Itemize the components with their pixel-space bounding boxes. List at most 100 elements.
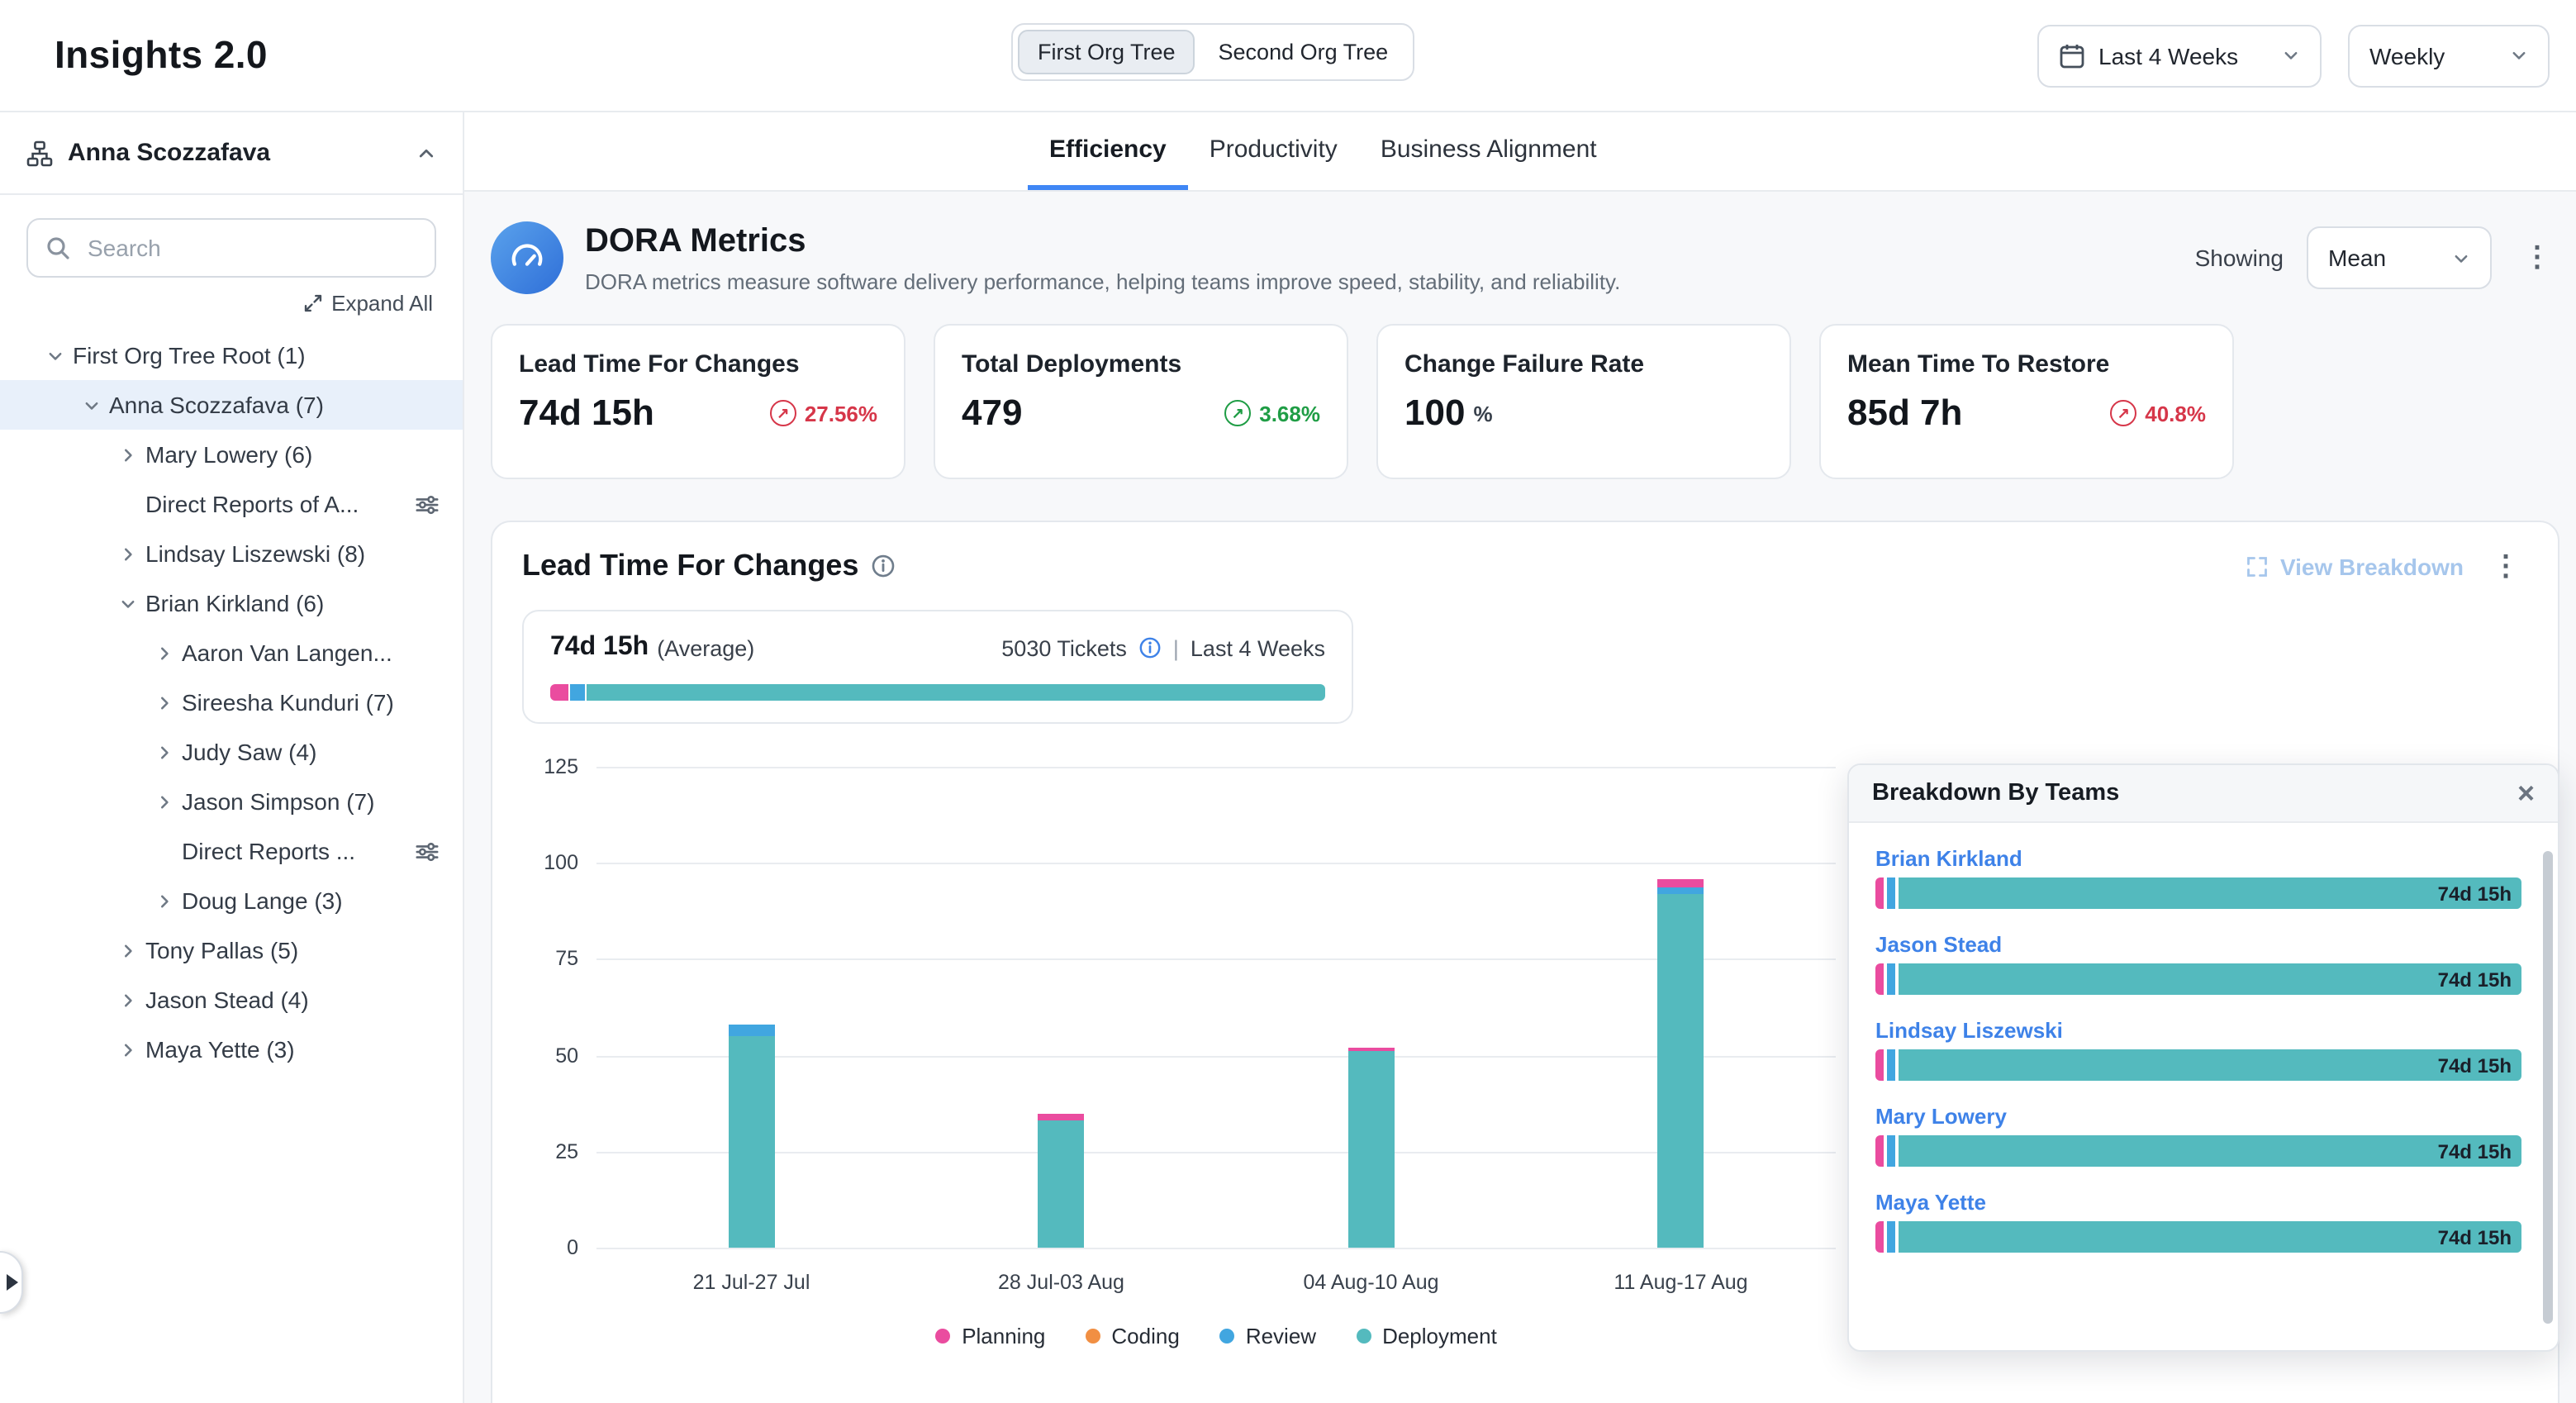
bar-segment-review — [1887, 963, 1895, 995]
breakdown-row: Jason Stead 74d 15h — [1875, 932, 2521, 995]
gridline — [596, 863, 1836, 864]
metric-change-value: 3.68% — [1259, 401, 1320, 426]
metric-value-row: 74d 15h↗27.56% — [519, 392, 877, 435]
app-title: Insights 2.0 — [55, 33, 268, 78]
tree-item[interactable]: Jason Stead (4) — [0, 975, 463, 1025]
tree-item[interactable]: Brian Kirkland (6) — [0, 578, 463, 628]
info-icon[interactable] — [1138, 636, 1162, 659]
chart-bar[interactable] — [1348, 1048, 1395, 1248]
bar-segment-deployment: 74d 15h — [1899, 877, 2521, 909]
showing-select[interactable]: Mean — [2307, 226, 2492, 289]
app-root: Insights 2.0 First Org TreeSecond Org Tr… — [0, 0, 2576, 1403]
bar-segment-planning — [1875, 1049, 1884, 1081]
search-input[interactable] — [26, 218, 436, 278]
tree-item[interactable]: Lindsay Liszewski (8) — [0, 529, 463, 578]
tree-item[interactable]: Jason Simpson (7) — [0, 777, 463, 826]
team-link[interactable]: Mary Lowery — [1875, 1104, 2521, 1129]
chevron-up-icon[interactable] — [416, 143, 436, 163]
tree-item-label: Sireesha Kunduri (7) — [182, 689, 394, 716]
bar-segment-planning — [1875, 1221, 1884, 1253]
tree-item[interactable]: Maya Yette (3) — [0, 1025, 463, 1074]
tree-item[interactable]: Direct Reports ... — [0, 826, 463, 876]
tree-item[interactable]: Mary Lowery (6) — [0, 430, 463, 479]
header-controls: Last 4 Weeks Weekly — [2037, 24, 2559, 87]
chevron-right-icon[interactable] — [112, 441, 142, 468]
gridline — [596, 1152, 1836, 1153]
metric-change-badge: ↗40.8% — [2110, 400, 2206, 426]
chart-bar[interactable] — [729, 1025, 775, 1248]
chevron-right-icon[interactable] — [149, 640, 178, 666]
chart-bar[interactable] — [1038, 1113, 1085, 1248]
chevron-down-icon[interactable] — [112, 590, 142, 616]
chevron-right-icon[interactable] — [149, 788, 178, 815]
team-link[interactable]: Lindsay Liszewski — [1875, 1018, 2521, 1043]
bar-segment-planning — [1875, 1135, 1884, 1167]
tree-item-label: Tony Pallas (5) — [145, 937, 298, 963]
org-tree-option-1[interactable]: First Org Tree — [1018, 30, 1195, 74]
tree-item[interactable]: First Org Tree Root (1) — [0, 331, 463, 380]
tree-item[interactable]: Sireesha Kunduri (7) — [0, 678, 463, 727]
tree-item[interactable]: Aaron Van Langen... — [0, 628, 463, 678]
metric-change-badge: ↗27.56% — [770, 400, 877, 426]
bar-segment-deployment: 74d 15h — [1899, 1049, 2521, 1081]
filter-sliders-icon[interactable] — [415, 839, 440, 863]
chevron-down-icon[interactable] — [40, 342, 69, 369]
dora-header: DORA Metrics DORA metrics measure softwa… — [491, 221, 2559, 294]
scrollbar-thumb[interactable] — [2543, 851, 2553, 1324]
expand-all-button[interactable]: Expand All — [0, 284, 463, 331]
trend-up-arrow-icon: ↗ — [770, 400, 796, 426]
chevron-right-icon[interactable] — [112, 540, 142, 567]
tree-item[interactable]: Direct Reports of A... — [0, 479, 463, 529]
x-axis-label: 28 Jul-03 Aug — [938, 1271, 1186, 1294]
chevron-right-icon[interactable] — [149, 887, 178, 914]
tree-item[interactable]: Doug Lange (3) — [0, 876, 463, 925]
team-value: 74d 15h — [2438, 968, 2512, 991]
tab-productivity[interactable]: Productivity — [1188, 112, 1359, 190]
bar-segment-planning — [1875, 963, 1884, 995]
dora-text: DORA Metrics DORA metrics measure softwa… — [585, 222, 1620, 293]
chevron-right-icon[interactable] — [112, 937, 142, 963]
team-value: 74d 15h — [2438, 1053, 2512, 1077]
legend-dot — [935, 1329, 950, 1344]
tree-item[interactable]: Anna Scozzafava (7) — [0, 380, 463, 430]
granularity-value: Weekly — [2369, 42, 2445, 69]
tree-item-label: Doug Lange (3) — [182, 887, 343, 914]
chevron-right-icon[interactable] — [112, 987, 142, 1013]
close-icon[interactable]: × — [2517, 778, 2535, 808]
tab-efficiency[interactable]: Efficiency — [1028, 112, 1188, 190]
chevron-right-icon[interactable] — [149, 739, 178, 765]
y-axis-tick-label: 75 — [522, 948, 578, 971]
summary-tickets: 5030 Tickets — [1001, 635, 1127, 660]
granularity-select[interactable]: Weekly — [2348, 24, 2550, 87]
team-link[interactable]: Brian Kirkland — [1875, 846, 2521, 871]
sidebar-header[interactable]: Anna Scozzafava — [0, 112, 463, 195]
chevron-right-icon[interactable] — [149, 689, 178, 716]
filter-sliders-icon[interactable] — [415, 492, 440, 516]
summary-meta: 5030 Tickets | Last 4 Weeks — [1001, 635, 1325, 660]
info-icon[interactable] — [870, 554, 895, 578]
chevron-right-icon[interactable] — [112, 1036, 142, 1063]
org-tree-option-2[interactable]: Second Org Tree — [1199, 30, 1409, 74]
chevron-down-icon[interactable] — [76, 392, 106, 418]
summary-bar-segment-review — [570, 684, 585, 701]
team-stacked-bar: 74d 15h — [1875, 963, 2521, 995]
chart-bar[interactable] — [1658, 878, 1704, 1248]
dora-controls: Showing Mean ⋮ — [2195, 226, 2559, 289]
metric-card: Change Failure Rate100% — [1376, 324, 1791, 479]
metric-title: Total Deployments — [962, 350, 1320, 378]
metric-value-row: 100% — [1404, 392, 1763, 435]
metric-unit: % — [1473, 401, 1492, 426]
tree-item[interactable]: Tony Pallas (5) — [0, 925, 463, 975]
metric-title: Lead Time For Changes — [519, 350, 877, 378]
tree-item[interactable]: Judy Saw (4) — [0, 727, 463, 777]
view-breakdown-button[interactable]: View Breakdown — [2246, 553, 2464, 579]
lead-time-summary-card: 74d 15h (Average) 5030 Tickets | Last 4 … — [522, 610, 1353, 724]
kebab-menu-icon[interactable]: ⋮ — [2483, 549, 2528, 583]
tab-business-alignment[interactable]: Business Alignment — [1359, 112, 1618, 190]
date-range-select[interactable]: Last 4 Weeks — [2037, 24, 2322, 87]
team-link[interactable]: Jason Stead — [1875, 932, 2521, 957]
bar-segment-planning — [1038, 1113, 1085, 1120]
sidebar-user-name: Anna Scozzafava — [68, 139, 270, 167]
team-link[interactable]: Maya Yette — [1875, 1190, 2521, 1215]
kebab-menu-icon[interactable]: ⋮ — [2515, 241, 2559, 274]
